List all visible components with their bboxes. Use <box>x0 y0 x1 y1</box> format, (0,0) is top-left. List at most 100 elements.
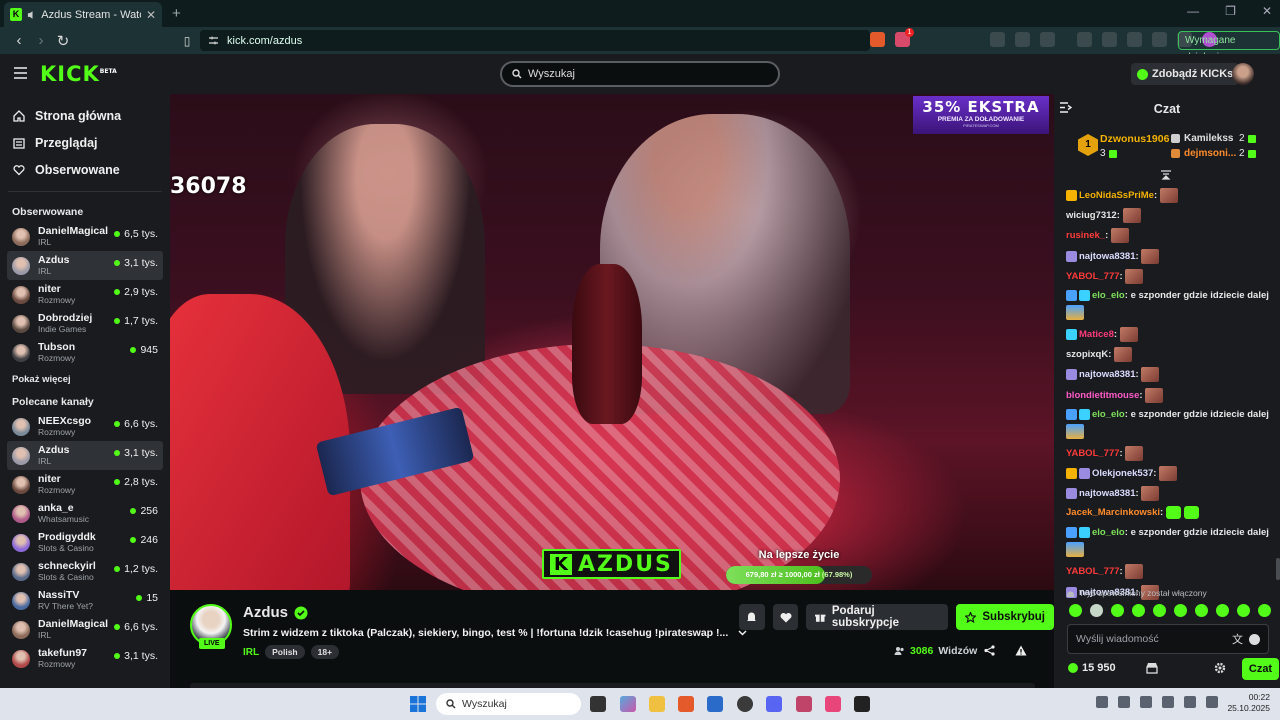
leader-3[interactable]: dejmsoni... <box>1171 148 1236 159</box>
emote-quick-5[interactable] <box>1153 604 1166 617</box>
chat-username[interactable]: wiciug7312 <box>1066 210 1117 221</box>
terminal-icon[interactable] <box>854 696 870 712</box>
music-icon[interactable] <box>1077 32 1092 47</box>
channel-item[interactable]: DanielMagical IRL 6,5 tys. <box>7 222 163 251</box>
chat-username[interactable]: najtowa8381 <box>1079 251 1136 262</box>
new-tab-button[interactable]: + <box>172 5 181 22</box>
copilot-icon[interactable] <box>620 696 636 712</box>
extensions-icon[interactable] <box>1015 32 1030 47</box>
share-icon[interactable] <box>984 645 995 656</box>
minimize-icon[interactable]: — <box>1187 4 1199 18</box>
leader-1-name[interactable]: Dzwonus1906 <box>1100 133 1169 145</box>
tray-volume-icon[interactable] <box>1206 696 1218 708</box>
tag-age[interactable]: 18+ <box>310 645 340 659</box>
emote-quick-1[interactable] <box>1069 604 1082 617</box>
chat-username[interactable]: Olekjonek537 <box>1092 468 1153 479</box>
nav-following[interactable]: Obserwowane <box>0 156 170 183</box>
stream-category[interactable]: IRL <box>243 647 259 658</box>
tray-mic-icon[interactable] <box>1162 696 1174 708</box>
video-player[interactable]: 36078 35% EKSTRA PREMIA ZA DOŁADOWANIE P… <box>170 94 1054 590</box>
show-more-link[interactable]: Pokaż więcej <box>0 367 170 392</box>
emoji-icon[interactable] <box>1249 633 1260 645</box>
tag-language[interactable]: Polish <box>265 645 305 659</box>
taskbar-search[interactable]: Wyszukaj <box>436 693 581 715</box>
follow-button[interactable] <box>772 604 799 630</box>
chrome-icon[interactable] <box>737 696 753 712</box>
page-scrollbar[interactable] <box>1276 558 1280 580</box>
bookmark-icon[interactable]: ▯ <box>176 34 198 48</box>
subscribe-button[interactable]: Subskrybuj <box>956 604 1055 630</box>
rewards-icon[interactable]: 1 <box>895 28 914 47</box>
channel-item[interactable]: Prodigyddk Slots & Casino 246 <box>7 528 163 557</box>
taskbar-clock[interactable]: 00:22 25.10.2025 <box>1224 692 1270 714</box>
kicks-balance[interactable]: 15 950 <box>1068 662 1116 674</box>
channel-item[interactable]: niter Rozmowy 2,9 tys. <box>7 280 163 309</box>
channel-item[interactable]: Azdus IRL 3,1 tys. <box>7 441 163 470</box>
chat-username[interactable]: szopixqK <box>1066 349 1108 360</box>
browser-tab[interactable]: K Azdus Stream - Watch Live o ✕ <box>4 2 162 27</box>
discord-icon[interactable] <box>766 696 782 712</box>
notifications-button[interactable] <box>739 604 765 630</box>
chat-username[interactable]: najtowa8381 <box>1079 488 1136 499</box>
brave-icon[interactable] <box>678 696 694 712</box>
reload-icon[interactable]: ↻ <box>52 32 74 50</box>
channel-item[interactable]: takefun97 Rozmowy 3,1 tys. <box>7 644 163 673</box>
tray-sync-icon[interactable] <box>1118 696 1130 708</box>
gear-icon[interactable] <box>1214 662 1226 674</box>
emote-quick-10[interactable] <box>1258 604 1271 617</box>
action-required-button[interactable]: Wymagane działanie <box>1178 31 1280 63</box>
file-explorer-icon[interactable] <box>649 696 665 712</box>
channel-item[interactable]: Tubson Rozmowy 945 <box>7 338 163 367</box>
store-app-icon[interactable] <box>707 696 723 712</box>
emote-quick-9[interactable] <box>1237 604 1250 617</box>
chat-username[interactable]: elo_elo <box>1092 290 1125 301</box>
channel-item[interactable]: Dobrodziej Indie Games 1,7 tys. <box>7 309 163 338</box>
wallet-icon[interactable] <box>1127 32 1142 47</box>
close-tab-icon[interactable]: ✕ <box>146 8 156 22</box>
channel-item[interactable]: schneckyirl Slots & Casino 1,2 tys. <box>7 557 163 586</box>
chat-input[interactable]: Wyślij wiadomość 文 <box>1067 624 1269 654</box>
get-kicks-button[interactable]: Zdobądź KICKs <box>1131 63 1240 85</box>
address-bar[interactable]: kick.com/azdus <box>200 30 870 51</box>
leo-icon[interactable] <box>1152 32 1167 47</box>
brave-shield-icon[interactable] <box>870 32 885 47</box>
reader-icon[interactable] <box>990 32 1005 47</box>
emote-quick-2[interactable] <box>1090 604 1103 617</box>
chat-username[interactable]: elo_elo <box>1092 527 1125 538</box>
channel-item[interactable]: niter Rozmowy 2,8 tys. <box>7 470 163 499</box>
streamer-name[interactable]: Azdus <box>243 604 288 621</box>
chat-username[interactable]: YABOL_777 <box>1066 271 1120 282</box>
tray-chevron-icon[interactable] <box>1096 696 1108 708</box>
tray-app-icon[interactable] <box>1140 696 1152 708</box>
chat-username[interactable]: elo_elo <box>1092 409 1125 420</box>
channel-item[interactable]: Azdus IRL 3,1 tys. <box>7 251 163 280</box>
brave-beta-icon[interactable] <box>796 696 812 712</box>
search-input[interactable]: Wyszukaj <box>500 61 780 87</box>
windows-start-icon[interactable] <box>410 696 426 712</box>
kick-logo[interactable]: KICKBETA <box>40 62 117 86</box>
chat-username[interactable]: najtowa8381 <box>1079 369 1136 380</box>
emote-quick-7[interactable] <box>1195 604 1208 617</box>
forward-icon[interactable]: › <box>30 32 52 49</box>
expand-leaderboard[interactable] <box>1054 170 1280 184</box>
channel-item[interactable]: DanielMagical IRL 6,6 tys. <box>7 615 163 644</box>
send-chat-button[interactable]: Czat <box>1242 658 1279 680</box>
chat-username[interactable]: Jacek_Marcinkowski <box>1066 507 1160 518</box>
collections-icon[interactable] <box>1102 32 1117 47</box>
menu-icon[interactable] <box>14 67 27 79</box>
emote-quick-8[interactable] <box>1216 604 1229 617</box>
chat-username[interactable]: rusinek_ <box>1066 230 1105 241</box>
gift-sub-button[interactable]: Podaruj subskrypcje <box>806 604 949 630</box>
emote-quick-3[interactable] <box>1111 604 1124 617</box>
app-pink-icon[interactable] <box>825 696 841 712</box>
close-window-icon[interactable]: ✕ <box>1262 4 1272 18</box>
nav-browse[interactable]: Przeglądaj <box>0 129 170 156</box>
channel-item[interactable]: NEEXcsgo Rozmowy 6,6 tys. <box>7 412 163 441</box>
leader-2[interactable]: Kamilekss <box>1171 133 1233 144</box>
store-icon[interactable] <box>1146 662 1158 674</box>
chat-username[interactable]: Matice8 <box>1079 329 1114 340</box>
tray-wifi-icon[interactable] <box>1184 696 1196 708</box>
chat-username[interactable]: YABOL_777 <box>1066 566 1120 577</box>
emote-quick-6[interactable] <box>1174 604 1187 617</box>
channel-item[interactable]: anka_e Whatsamusic 256 <box>7 499 163 528</box>
